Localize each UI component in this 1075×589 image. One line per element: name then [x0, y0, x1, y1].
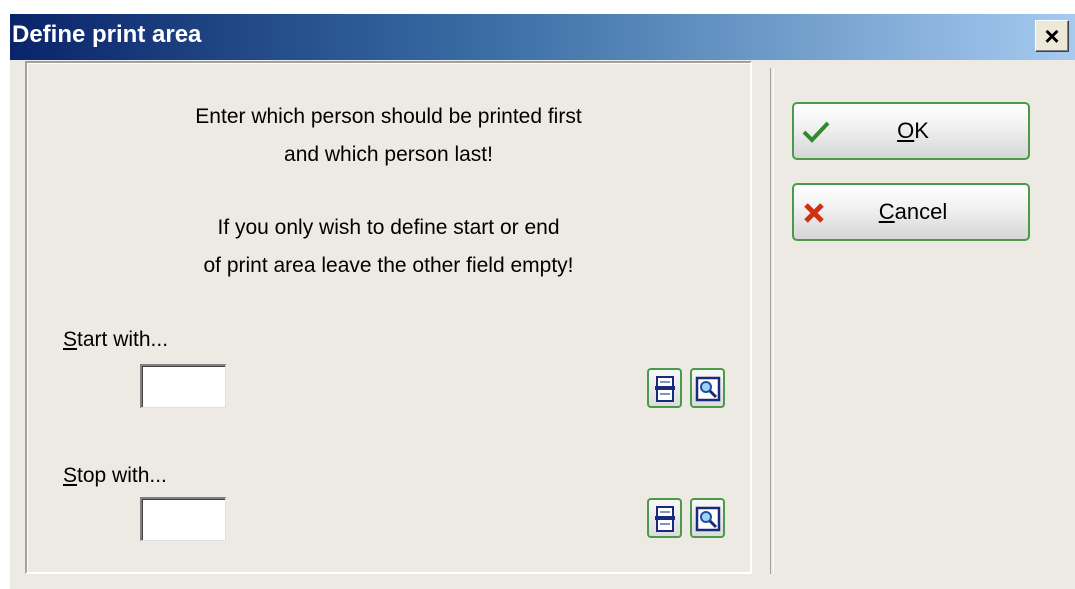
start-list-button[interactable]: [647, 368, 682, 408]
window-title: Define print area: [12, 21, 202, 48]
vertical-divider: [770, 68, 774, 574]
ok-button[interactable]: OK: [792, 102, 1030, 160]
instruction-line-3: If you only wish to define start or end: [217, 216, 560, 239]
close-button[interactable]: ×: [1035, 20, 1069, 52]
cancel-label: Cancel: [794, 199, 1032, 225]
start-with-field[interactable]: [140, 364, 226, 408]
search-icon: [695, 376, 721, 402]
stop-with-field[interactable]: [140, 497, 226, 541]
list-picker-icon: [655, 506, 675, 532]
ok-label-text: K: [914, 118, 929, 143]
ok-mnemonic: O: [897, 118, 915, 143]
start-search-button[interactable]: [690, 368, 725, 408]
stop-mnemonic: S: [63, 464, 78, 487]
input-panel: [25, 61, 752, 574]
stop-search-button[interactable]: [690, 498, 725, 538]
stop-label-text: top with...: [77, 464, 167, 487]
search-icon: [695, 506, 721, 532]
cancel-button[interactable]: Cancel: [792, 183, 1030, 241]
start-mnemonic: S: [63, 328, 78, 351]
start-with-label: Start with...: [63, 328, 168, 352]
instruction-line-2: and which person last!: [284, 143, 493, 166]
start-label-text: tart with...: [77, 328, 169, 351]
close-icon: ×: [1044, 21, 1060, 51]
stop-with-label: Stop with...: [63, 464, 167, 488]
stop-list-button[interactable]: [647, 498, 682, 538]
ok-label: OK: [794, 118, 1032, 144]
cancel-mnemonic: C: [878, 199, 895, 224]
title-bar[interactable]: Define print area ×: [10, 14, 1075, 60]
list-picker-icon: [655, 376, 675, 402]
instruction-line-4: of print area leave the other field empt…: [203, 254, 574, 277]
instruction-line-1: Enter which person should be printed fir…: [195, 105, 582, 128]
cancel-label-text: ancel: [894, 199, 948, 224]
